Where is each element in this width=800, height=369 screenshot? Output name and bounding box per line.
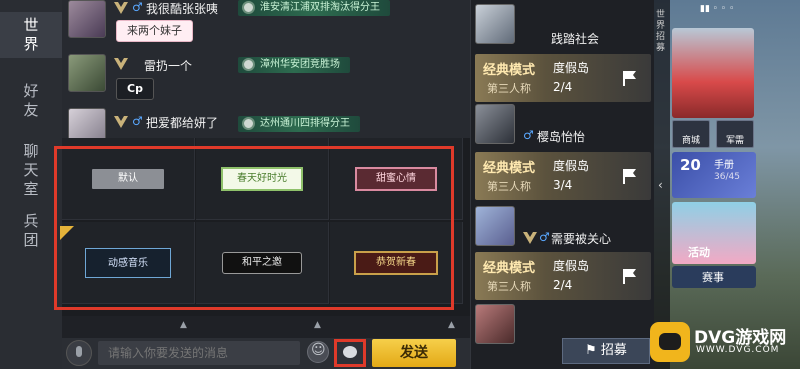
event-card[interactable]: 活动 — [672, 202, 756, 264]
avatar[interactable] — [475, 4, 515, 44]
male-icon: ♂ — [539, 230, 550, 244]
chevron-left-icon[interactable]: ‹ — [658, 178, 663, 192]
recruit-label: 招募 — [600, 343, 627, 358]
avatar[interactable] — [475, 304, 515, 344]
chat-bubble: Cp — [116, 78, 154, 100]
member-count: 2/4 — [553, 80, 573, 94]
supply-label: 军需 — [725, 136, 744, 146]
male-icon: ♂ — [523, 128, 534, 142]
shop-button[interactable]: 商城 — [672, 120, 710, 148]
team-leader-name[interactable]: 践踏社会 — [551, 30, 599, 47]
season-pass-card[interactable]: 20 手册 36/45 — [672, 152, 756, 198]
game-mode: 经典模式 — [483, 161, 536, 176]
map-name: 度假岛 — [553, 159, 590, 173]
match-card[interactable]: 赛事 — [672, 266, 756, 288]
member-count: 2/4 — [553, 278, 573, 292]
picker-footer: ▲ ▲ ▲ — [62, 316, 470, 338]
rank-badge-icon — [112, 114, 130, 130]
team-card[interactable]: 经典模式 第三人称 度假岛 3/4 — [475, 152, 651, 200]
recruit-button[interactable]: ⚑ 招募 — [562, 338, 650, 364]
rank-badge-icon — [521, 230, 539, 246]
send-button[interactable]: 发送 — [372, 339, 456, 367]
match-label: 赛事 — [702, 271, 724, 284]
chat-bubble: 来两个妹子 — [116, 20, 193, 42]
medal-icon — [242, 58, 255, 71]
avatar[interactable] — [68, 0, 106, 38]
honor-title-text: 达州通川四排得分王 — [260, 118, 350, 129]
username[interactable]: 我很酷张张咦 — [146, 0, 218, 17]
supply-button[interactable]: 军需 — [716, 120, 754, 148]
shop-label: 商城 — [681, 136, 700, 146]
world-recruit-label: 世界招募 — [656, 10, 666, 53]
avatar[interactable] — [475, 206, 515, 246]
perspective: 第三人称 — [487, 180, 531, 193]
medal-icon — [242, 1, 255, 14]
honor-title-text: 漳州华安团竞胜场 — [260, 59, 340, 70]
male-icon: ♂ — [132, 114, 143, 128]
username[interactable]: 雷扔一个 — [144, 57, 192, 74]
tab-friends[interactable]: 好友 — [0, 82, 62, 122]
lock-icon: ▲ — [314, 320, 321, 330]
team-card[interactable]: 经典模式 第三人称 度假岛 2/4 — [475, 54, 651, 102]
map-name: 度假岛 — [553, 259, 590, 273]
username[interactable]: 把爱都给妍了 — [146, 114, 218, 131]
pass-level: 20 — [680, 156, 701, 174]
honor-title-badge: 达州通川四排得分王 — [238, 116, 360, 132]
watermark-logo-icon — [650, 322, 690, 362]
perspective: 第三人称 — [487, 82, 531, 95]
chat-channel-tabs: 世界 好友 聊天室 兵团 — [0, 0, 62, 369]
tab-chatroom-label: 聊天室 — [23, 142, 39, 198]
medal-icon — [242, 117, 255, 130]
male-icon: ♂ — [132, 0, 143, 14]
event-label: 活动 — [688, 246, 710, 259]
team-card[interactable]: 经典模式 第三人称 度假岛 2/4 — [475, 252, 651, 300]
chat-message: 雷扔一个 漳州华安团竞胜场 Cp — [62, 54, 470, 104]
character-card[interactable] — [672, 28, 754, 118]
team-recruit-list[interactable]: 践踏社会 经典模式 第三人称 度假岛 2/4 ♂ 樱岛怡怡 经典模式 第三人称 … — [470, 0, 654, 369]
team-leader-name[interactable]: 樱岛怡怡 — [537, 128, 585, 145]
join-flag-icon[interactable] — [619, 68, 639, 88]
honor-title-badge: 漳州华安团竞胜场 — [238, 57, 350, 73]
picker-highlight-frame — [54, 146, 454, 310]
tab-legion-label: 兵团 — [23, 212, 39, 249]
tab-legion[interactable]: 兵团 — [0, 212, 62, 252]
lock-icon: ▲ — [448, 320, 455, 330]
member-count: 3/4 — [553, 178, 573, 192]
join-flag-icon[interactable] — [619, 266, 639, 286]
honor-title-badge: 淮安清江浦双排淘汰得分王 — [238, 0, 390, 16]
bubble-style-button[interactable] — [334, 339, 366, 367]
team-leader-name[interactable]: 需要被关心 — [551, 230, 611, 247]
watermark-url: WWW.DVG.COM — [696, 345, 780, 355]
join-flag-icon[interactable] — [619, 166, 639, 186]
rank-badge-icon — [112, 56, 130, 72]
flag-icon: ⚑ — [585, 343, 601, 358]
status-icons: ▮▮ ◦ ◦ ◦ — [700, 4, 735, 14]
game-mode: 经典模式 — [483, 261, 536, 276]
tab-friends-label: 好友 — [23, 82, 39, 119]
map-name: 度假岛 — [553, 61, 590, 75]
message-input[interactable] — [98, 341, 300, 365]
rank-badge-icon — [112, 0, 130, 16]
voice-input-button[interactable] — [66, 340, 92, 366]
tab-world-label: 世界 — [23, 16, 39, 53]
honor-title-text: 淮安清江浦双排淘汰得分王 — [260, 2, 380, 13]
lock-icon: ▲ — [180, 320, 187, 330]
avatar[interactable] — [475, 104, 515, 144]
chat-message: ♂ 我很酷张张咦 淮安清江浦双排淘汰得分王 来两个妹子 — [62, 0, 470, 50]
pass-progress: 36/45 — [714, 172, 740, 182]
game-mode: 经典模式 — [483, 63, 536, 78]
tab-world[interactable]: 世界 — [0, 12, 62, 58]
pass-label: 手册 — [714, 160, 734, 171]
tab-chatroom[interactable]: 聊天室 — [0, 142, 62, 202]
avatar[interactable] — [68, 54, 106, 92]
emoji-button[interactable] — [307, 341, 329, 363]
perspective: 第三人称 — [487, 280, 531, 293]
